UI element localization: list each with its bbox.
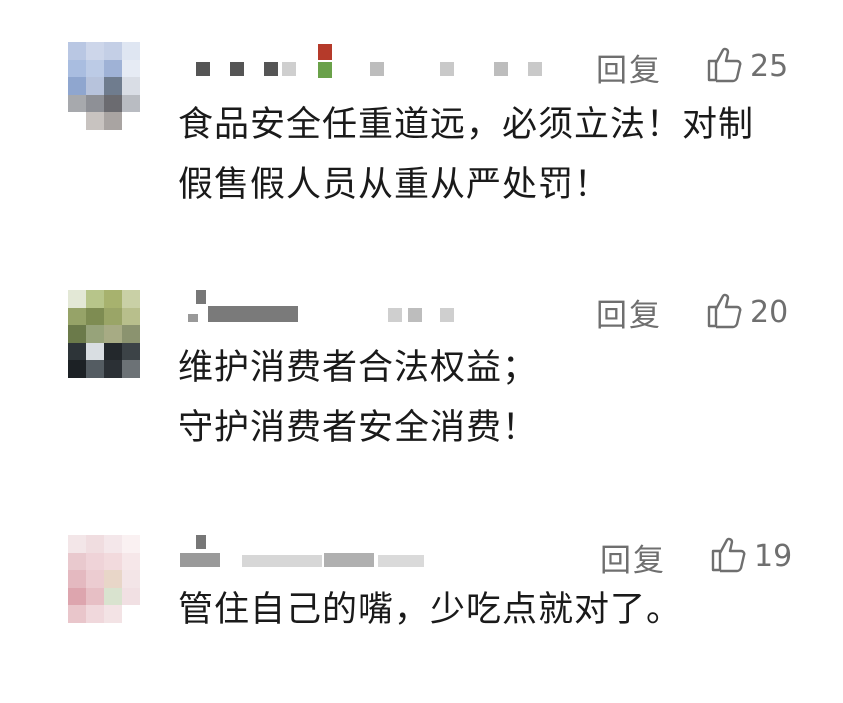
username-blurred[interactable] xyxy=(178,290,578,326)
like-button[interactable]: 19 xyxy=(708,534,792,578)
comment-text-line: 管住自己的嘴，少吃点就对了。 xyxy=(178,590,683,630)
avatar[interactable] xyxy=(68,42,140,130)
comment-text-line: 食品安全任重道远，必须立法！对制 xyxy=(178,105,755,145)
avatar[interactable] xyxy=(68,535,140,623)
comment-text-line: 守护消费者安全消费！ xyxy=(178,408,539,448)
like-button[interactable]: 25 xyxy=(704,44,788,88)
username-blurred[interactable] xyxy=(178,535,578,571)
comment-text-line: 维护消费者合法权益； xyxy=(178,348,539,388)
comment-text: 管住自己的嘴，少吃点就对了。 xyxy=(178,580,798,640)
comment-text-line: 假售假人员从重从严处罚！ xyxy=(178,165,611,205)
avatar[interactable] xyxy=(68,290,140,378)
thumbs-up-icon xyxy=(704,290,744,334)
like-count: 20 xyxy=(750,294,789,330)
comment-text: 维护消费者合法权益； 守护消费者安全消费！ xyxy=(178,338,798,458)
like-count: 19 xyxy=(754,538,793,574)
comment-text: 食品安全任重道远，必须立法！对制 假售假人员从重从严处罚！ xyxy=(178,95,798,215)
thumbs-up-icon xyxy=(704,44,744,88)
reply-button[interactable]: 回复 xyxy=(596,290,662,335)
username-blurred[interactable] xyxy=(178,44,578,80)
like-button[interactable]: 20 xyxy=(704,290,788,334)
reply-button[interactable]: 回复 xyxy=(600,535,666,580)
thumbs-up-icon xyxy=(708,534,748,578)
reply-button[interactable]: 回复 xyxy=(596,45,662,90)
like-count: 25 xyxy=(750,48,789,84)
